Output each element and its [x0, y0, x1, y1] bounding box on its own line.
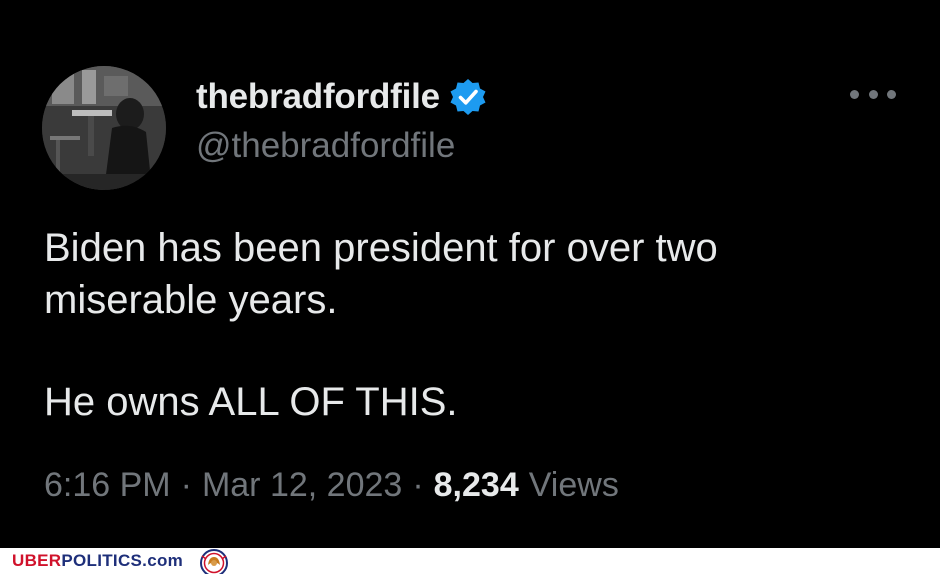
tweet-text-line: He owns ALL OF THIS. [44, 380, 458, 424]
brand-com: .com [142, 551, 184, 570]
views-count[interactable]: 8,234 [434, 466, 519, 505]
tweet-meta: 6:16 PM · Mar 12, 2023 · 8,234 Views [44, 466, 619, 505]
avatar-photo [42, 66, 166, 190]
watermark-bar: UBERPOLITICS.com [0, 548, 940, 574]
brand-uber: UBER [12, 551, 62, 570]
views-label[interactable]: Views [529, 466, 619, 505]
tweet-card: thebradfordfile @thebradfordfile Biden h… [0, 0, 940, 548]
tweet-text-line: miserable years. [44, 278, 338, 322]
tweet-date[interactable]: Mar 12, 2023 [202, 466, 402, 505]
display-name[interactable]: thebradfordfile [196, 77, 440, 117]
more-dot [868, 89, 878, 99]
more-options-icon[interactable] [850, 84, 896, 104]
watermark-brand[interactable]: UBERPOLITICS.com [12, 550, 183, 572]
display-name-row[interactable]: thebradfordfile [196, 74, 488, 120]
lion-seal-logo-icon [200, 549, 228, 574]
avatar[interactable] [42, 66, 166, 190]
more-dot [850, 89, 859, 99]
tweet-text-line: Biden has been president for over two [44, 226, 718, 270]
meta-separator: · [412, 466, 424, 504]
verified-badge-icon [450, 79, 486, 115]
brand-politics: POLITICS [61, 551, 143, 570]
meta-separator: · [180, 466, 192, 504]
tweet-time[interactable]: 6:16 PM [44, 466, 171, 505]
user-handle[interactable]: @thebradfordfile [196, 126, 455, 166]
more-dot [887, 89, 896, 99]
